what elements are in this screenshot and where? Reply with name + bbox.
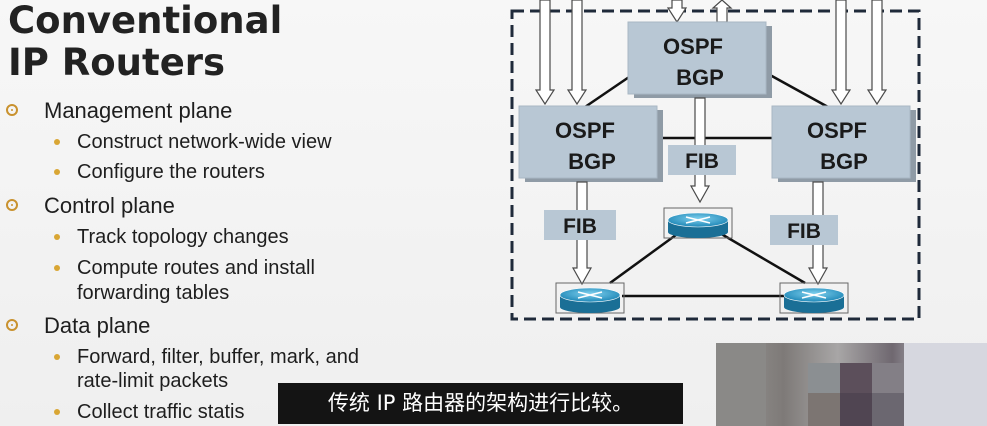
sub-bullet-dot-icon (54, 139, 60, 145)
title-line-2: IP Routers (8, 41, 226, 84)
slide: Conventional IP Routers Management plane… (0, 0, 987, 426)
sub-bullet-text: rate-limit packets (77, 370, 229, 392)
bullet-label: Control plane (44, 193, 175, 218)
webcam-overlay (716, 343, 987, 426)
sub-bullet-text: Compute routes and install (77, 257, 315, 279)
arrow-down-icon (534, 0, 556, 106)
router-architecture-diagram: OSPF BGP OSPF BGP OSPF BGP FIB FIB FIB (510, 0, 921, 321)
video-subtitle: 传统 IP 路由器的架构进行比较。 (278, 383, 683, 424)
bullet-label: Data plane (44, 313, 151, 338)
bullet-marker-icon (6, 104, 18, 116)
fib-label-middle: FIB (685, 150, 719, 173)
arrow-down-icon (666, 0, 688, 24)
router-icon (779, 282, 849, 314)
box-top-line1: OSPF (663, 34, 723, 59)
sub-bullet-dot-icon (54, 265, 60, 271)
fib-label-left: FIB (563, 215, 597, 238)
arrow-down-icon (866, 0, 888, 106)
router-icon (663, 207, 733, 239)
sub-bullet-text: Construct network-wide view (77, 131, 332, 153)
box-right-line1: OSPF (807, 118, 867, 143)
box-top-line2: BGP (676, 65, 724, 90)
box-left-line1: OSPF (555, 118, 615, 143)
sub-bullet-text: Forward, filter, buffer, mark, and (77, 346, 359, 368)
fib-label-right: FIB (787, 220, 821, 243)
box-left-line2: BGP (568, 149, 616, 174)
sub-bullet-dot-icon (54, 409, 60, 415)
slide-title: Conventional IP Routers (8, 0, 282, 84)
box-right-line2: BGP (820, 149, 868, 174)
bullet-marker-icon (6, 199, 18, 211)
sub-bullet-text: Collect traffic statis (77, 401, 245, 423)
sub-bullet-text: forwarding tables (77, 282, 230, 304)
router-icon (555, 282, 625, 314)
sub-bullet-dot-icon (54, 234, 60, 240)
sub-bullet-dot-icon (54, 354, 60, 360)
sub-bullet-text: Configure the routers (77, 161, 265, 183)
sub-bullet-text: Track topology changes (77, 226, 289, 248)
sub-bullet-dot-icon (54, 169, 60, 175)
title-line-1: Conventional (8, 0, 283, 42)
arrow-down-icon (830, 0, 852, 106)
bullet-label: Management plane (44, 98, 233, 123)
arrow-down-icon (566, 0, 588, 106)
bullet-marker-icon (6, 319, 18, 331)
